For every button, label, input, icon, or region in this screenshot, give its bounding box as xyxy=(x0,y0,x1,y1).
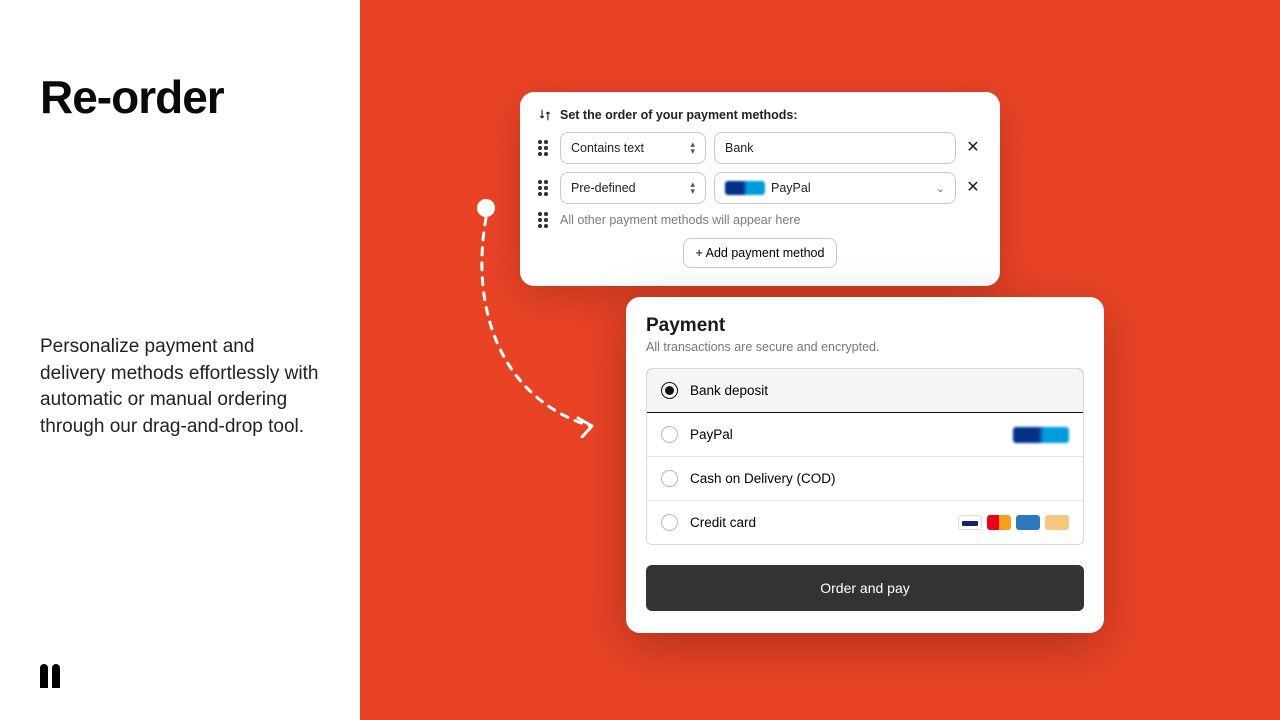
chevron-down-icon: ⌄ xyxy=(936,182,945,195)
radio-icon xyxy=(661,426,678,443)
remove-row-button[interactable]: ✕ xyxy=(964,140,982,156)
match-mode-label: Contains text xyxy=(571,141,644,155)
sort-icon xyxy=(538,108,552,122)
payment-option-label: Bank deposit xyxy=(690,383,768,398)
payment-title: Payment xyxy=(646,315,1084,337)
match-mode-label: Pre-defined xyxy=(571,181,636,195)
page-title: Re-order xyxy=(40,70,324,124)
match-value-input[interactable]: Bank xyxy=(714,132,956,164)
payment-option-label: PayPal xyxy=(690,427,733,442)
match-mode-select[interactable]: Pre-defined ▴▾ xyxy=(560,172,706,204)
placeholder-text: All other payment methods will appear he… xyxy=(560,213,800,227)
discover-icon xyxy=(1045,515,1069,530)
match-value-text: Bank xyxy=(725,141,754,155)
payment-option-cod[interactable]: Cash on Delivery (COD) xyxy=(647,457,1083,501)
radio-icon xyxy=(661,514,678,531)
radio-icon xyxy=(661,470,678,487)
page-description: Personalize payment and delivery methods… xyxy=(40,334,324,440)
drag-handle[interactable] xyxy=(538,180,552,196)
payment-options-list: Bank deposit PayPal Cash on Delivery (CO… xyxy=(646,368,1084,545)
payment-option-label: Cash on Delivery (COD) xyxy=(690,471,836,486)
checkout-preview-card: Payment All transactions are secure and … xyxy=(626,297,1104,633)
payment-option-bank[interactable]: Bank deposit xyxy=(646,368,1084,413)
match-value-text: PayPal xyxy=(771,181,811,195)
remove-row-button[interactable]: ✕ xyxy=(964,180,982,196)
predefined-method-select[interactable]: PayPal ⌄ xyxy=(714,172,956,204)
match-mode-select[interactable]: Contains text ▴▾ xyxy=(560,132,706,164)
drag-handle[interactable] xyxy=(538,140,552,156)
paypal-icon xyxy=(1013,427,1069,443)
visa-icon xyxy=(958,515,982,530)
payment-option-label: Credit card xyxy=(690,515,756,530)
mastercard-icon xyxy=(987,515,1011,530)
amex-icon xyxy=(1016,515,1040,530)
reorder-config-card: Set the order of your payment methods: C… xyxy=(520,92,1000,286)
radio-icon xyxy=(661,382,678,399)
order-and-pay-button[interactable]: Order and pay xyxy=(646,565,1084,611)
payment-subtitle: All transactions are secure and encrypte… xyxy=(646,340,1084,354)
chevron-updown-icon: ▴▾ xyxy=(690,181,695,195)
add-payment-method-button[interactable]: + Add payment method xyxy=(683,238,838,268)
payment-option-paypal[interactable]: PayPal xyxy=(647,413,1083,457)
drag-handle[interactable] xyxy=(538,212,552,228)
paypal-icon xyxy=(725,181,765,195)
chevron-updown-icon: ▴▾ xyxy=(690,141,695,155)
brand-logo xyxy=(40,664,62,688)
payment-option-credit-card[interactable]: Credit card xyxy=(647,501,1083,544)
config-header-text: Set the order of your payment methods: xyxy=(560,108,798,122)
